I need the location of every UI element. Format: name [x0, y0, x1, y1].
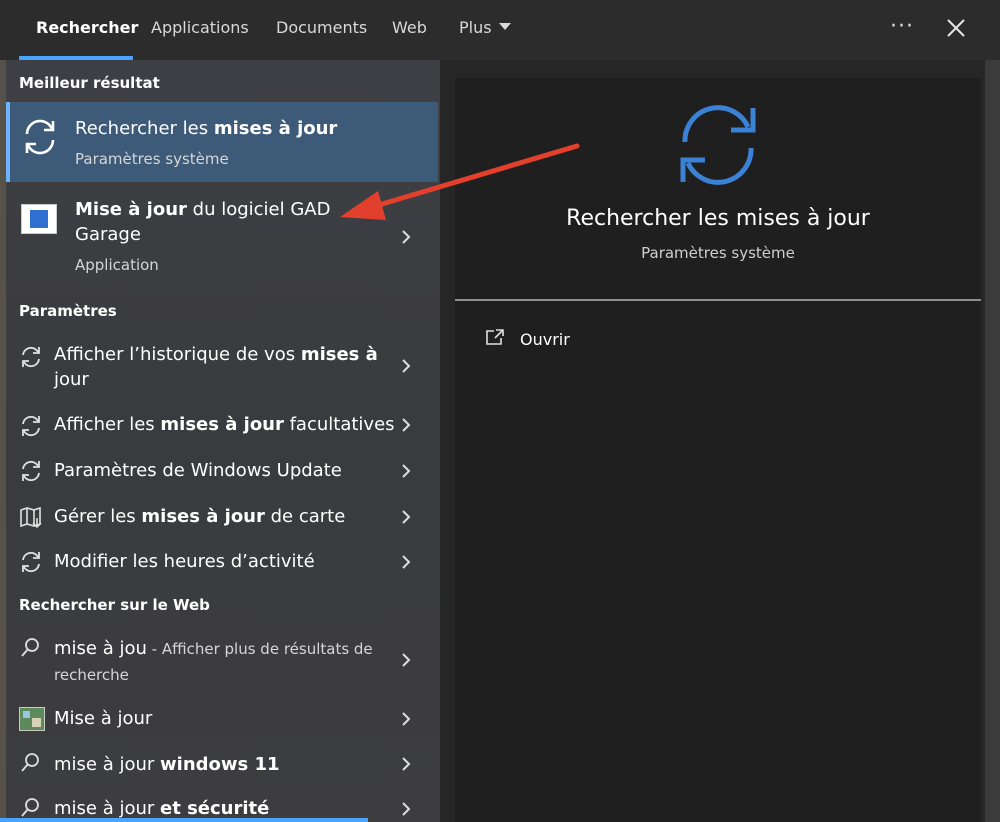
- image-thumbnail-icon: [19, 707, 45, 731]
- close-icon[interactable]: [944, 16, 968, 40]
- chevron-right-icon[interactable]: [400, 712, 412, 726]
- app-icon-square: [30, 210, 48, 228]
- best-result-title: Rechercher les mises à jour: [75, 118, 337, 139]
- open-external-icon: [486, 329, 504, 345]
- chevron-right-icon[interactable]: [400, 464, 412, 478]
- search-window: Rechercher Applications Documents Web Pl…: [0, 0, 1000, 822]
- item-text-bold: mises à jour: [141, 506, 265, 527]
- app-result-title: Mise à jour du logiciel GAD: [75, 199, 330, 220]
- tab-rechercher[interactable]: Rechercher: [36, 0, 138, 60]
- refresh-icon: [22, 415, 40, 437]
- item-text-bold: windows 11: [160, 754, 280, 775]
- best-title-bold: mises à jour: [213, 118, 338, 139]
- chevron-right-icon[interactable]: [400, 802, 412, 816]
- app-title-text: du logiciel GAD: [186, 199, 331, 220]
- item-text-suffix: - Afficher plus de résultats de: [146, 640, 373, 658]
- settings-item-optional-label: Afficher les mises à jour facultatives: [54, 414, 395, 435]
- section-best-result: Meilleur résultat: [19, 74, 160, 92]
- chevron-right-icon[interactable]: [400, 418, 412, 432]
- web-item-windows-11-label: mise à jour windows 11: [54, 754, 280, 775]
- app-result-title-line2: Garage: [75, 224, 141, 245]
- tab-web[interactable]: Web: [392, 0, 427, 60]
- search-icon: [21, 753, 39, 772]
- app-icon: [21, 204, 57, 234]
- section-web-search: Rechercher sur le Web: [19, 596, 210, 614]
- scrollbar[interactable]: [985, 60, 1000, 822]
- selection-indicator: [6, 102, 10, 182]
- item-text-bold: mises à: [300, 344, 378, 365]
- app-title-bold: Mise à jour: [75, 199, 187, 220]
- settings-item-history-label-line2: jour: [54, 369, 89, 390]
- best-result-subtitle: Paramètres système: [75, 150, 229, 168]
- chevron-right-icon[interactable]: [400, 757, 412, 771]
- web-item-image-label: Mise à jour: [54, 708, 153, 729]
- caret-down-icon: [498, 23, 511, 30]
- thumbnail-detail: [23, 711, 30, 718]
- thumbnail-detail: [32, 718, 41, 727]
- item-text-bold: mises à jour: [160, 414, 284, 435]
- map-icon: [20, 506, 42, 528]
- web-item-more-results-line2: recherche: [54, 666, 129, 684]
- app-result-subtitle: Application: [75, 256, 159, 274]
- item-text-bold: et sécurité: [160, 798, 270, 819]
- preview-title: Rechercher les mises à jour: [566, 206, 870, 231]
- item-text: mise à jou: [54, 638, 147, 659]
- chevron-right-icon[interactable]: [400, 653, 412, 667]
- sync-icon: [680, 105, 756, 185]
- tab-plus[interactable]: Plus: [459, 0, 511, 60]
- settings-item-history-label: Afficher l’historique de vos mises à: [54, 344, 378, 365]
- search-icon: [21, 798, 39, 817]
- item-text: mise à jour: [54, 754, 161, 775]
- preview-pane: Rechercher les mises à jour Paramètres s…: [455, 78, 981, 822]
- refresh-icon: [22, 460, 40, 482]
- web-item-more-results-label: mise à jou - Afficher plus de résultats …: [54, 638, 373, 659]
- chevron-right-icon[interactable]: [400, 510, 412, 524]
- best-result-item[interactable]: [6, 102, 438, 182]
- item-text: Gérer les: [54, 506, 142, 527]
- item-text: Afficher les: [54, 414, 161, 435]
- tab-documents[interactable]: Documents: [276, 0, 367, 60]
- tab-applications[interactable]: Applications: [151, 0, 249, 60]
- bottom-accent-bar: [0, 818, 368, 822]
- refresh-icon: [22, 551, 40, 573]
- section-settings: Paramètres: [19, 302, 117, 320]
- more-options-button[interactable]: ···: [890, 14, 914, 39]
- settings-item-windows-update-label: Paramètres de Windows Update: [54, 460, 342, 481]
- item-text-post: facultatives: [283, 414, 395, 435]
- search-icon: [21, 638, 39, 657]
- item-text-post: de carte: [264, 506, 346, 527]
- open-button[interactable]: Ouvrir: [520, 330, 570, 349]
- refresh-icon: [22, 346, 40, 368]
- chevron-right-icon[interactable]: [400, 359, 412, 373]
- refresh-icon: [25, 119, 55, 155]
- chevron-right-icon[interactable]: [400, 555, 412, 569]
- settings-item-maps-label: Gérer les mises à jour de carte: [54, 506, 345, 527]
- tab-plus-label: Plus: [459, 18, 492, 37]
- preview-divider: [455, 299, 981, 301]
- item-text: Afficher l’historique de vos: [54, 344, 301, 365]
- best-title-text: Rechercher les: [75, 118, 214, 139]
- preview-subtitle: Paramètres système: [641, 244, 795, 262]
- settings-item-active-hours-label: Modifier les heures d’activité: [54, 551, 315, 572]
- chevron-right-icon[interactable]: [400, 230, 412, 244]
- item-text: mise à jour: [54, 798, 161, 819]
- tab-bar: Rechercher Applications Documents Web Pl…: [0, 0, 1000, 60]
- web-item-security-label: mise à jour et sécurité: [54, 798, 269, 819]
